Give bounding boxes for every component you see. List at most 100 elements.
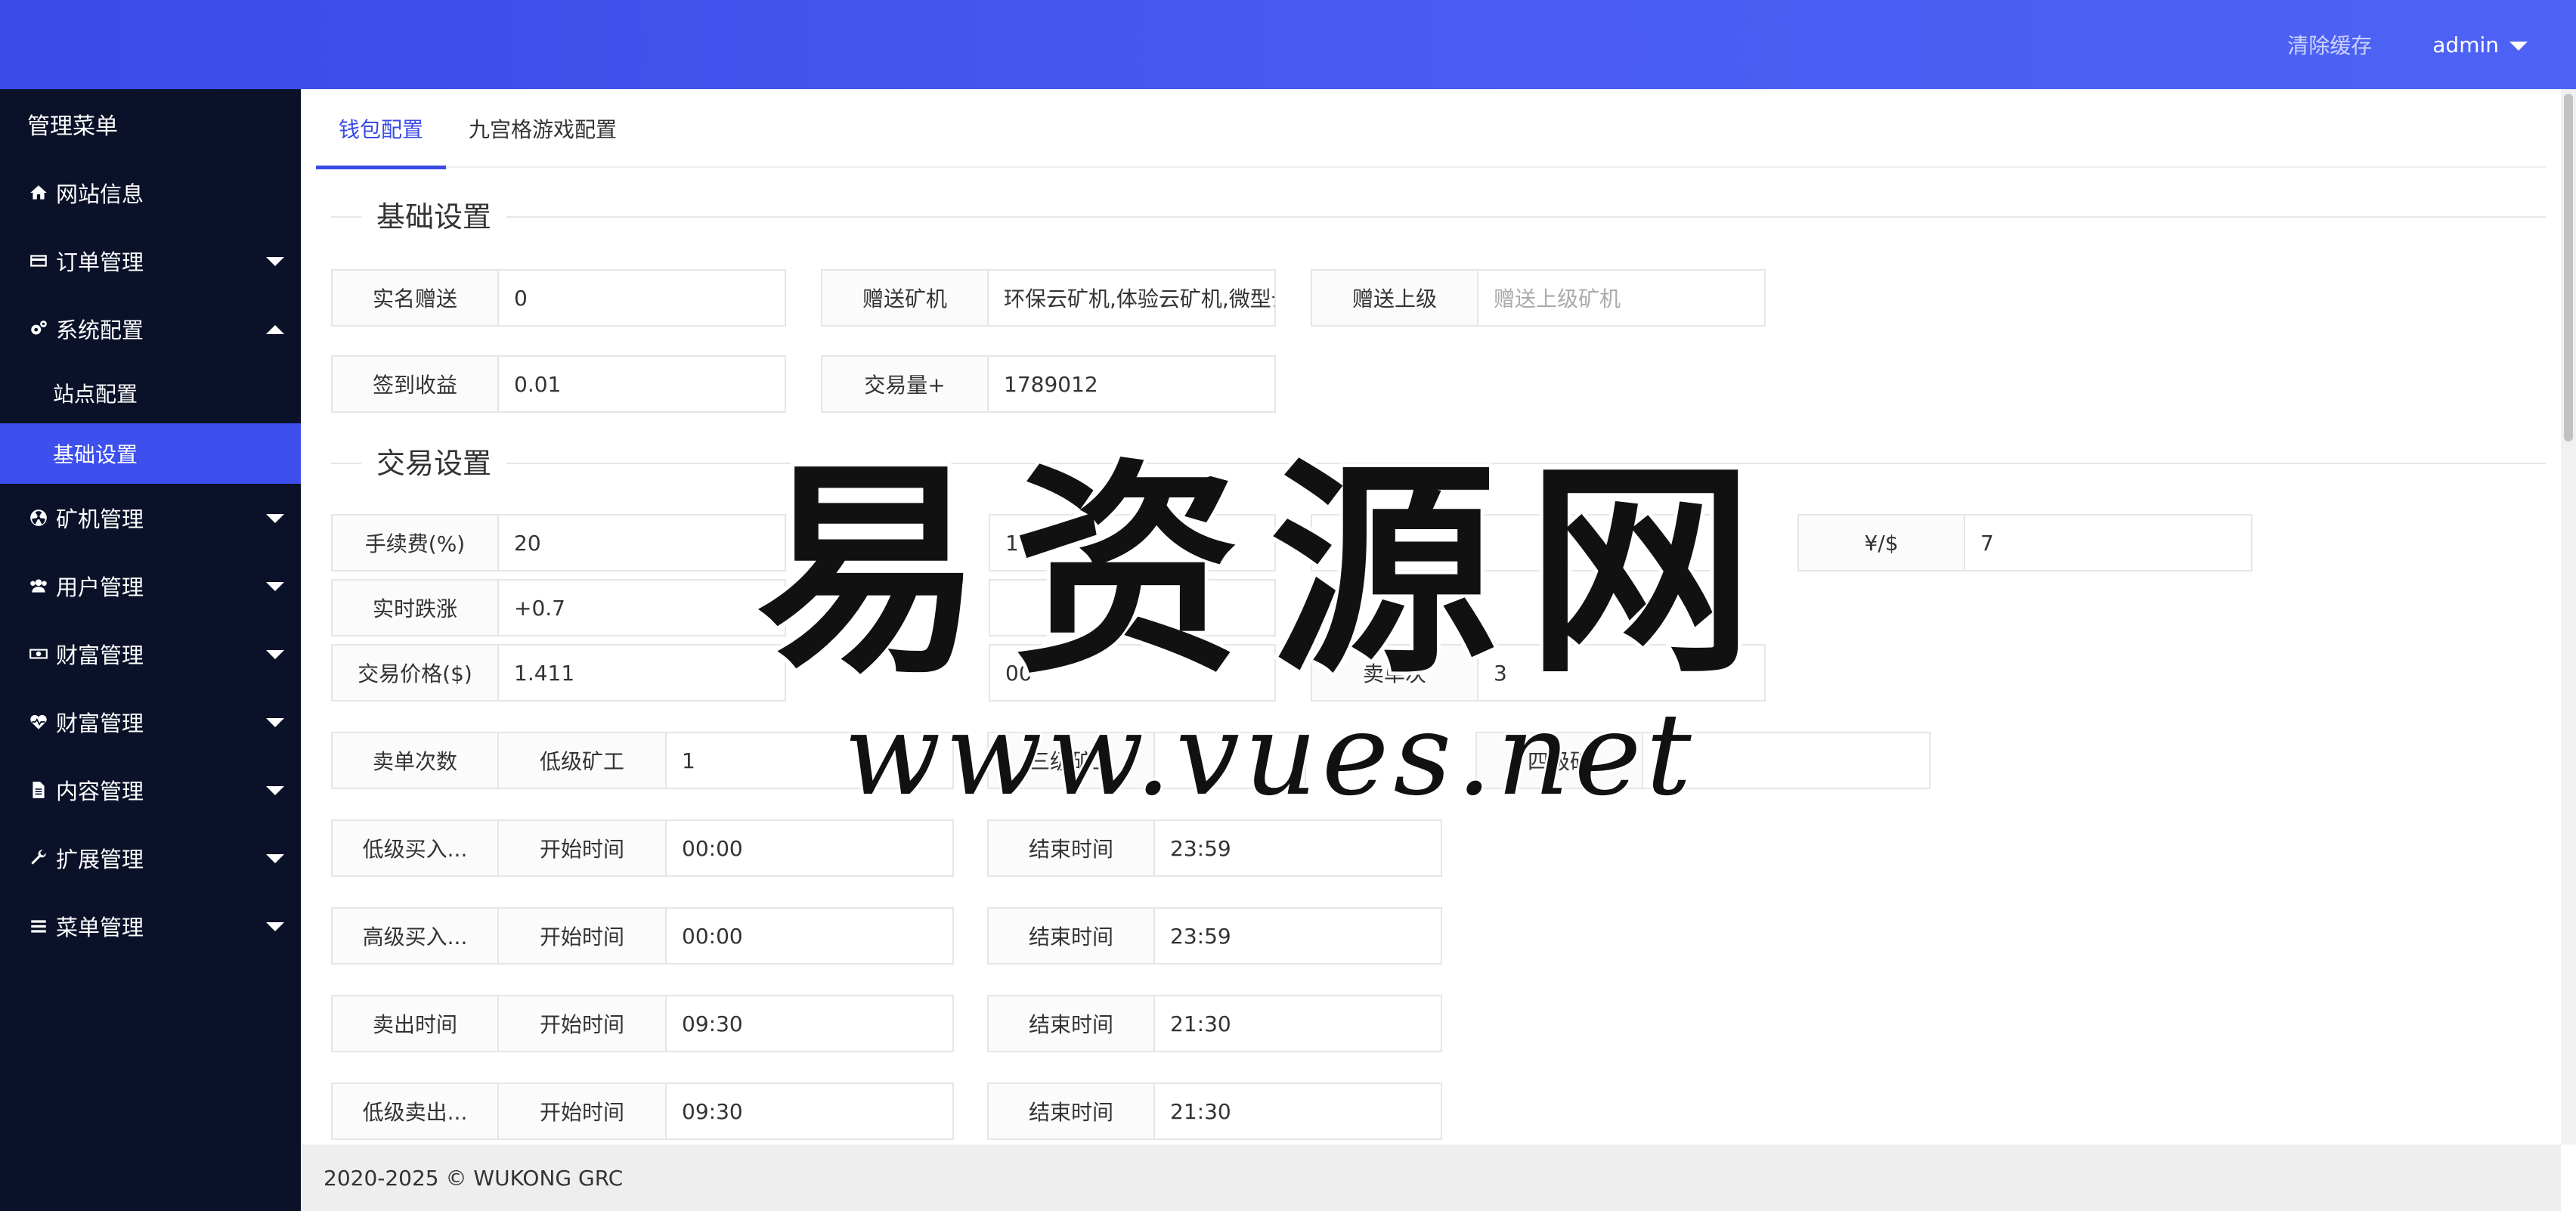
section-basic-settings: 基础设置: [331, 198, 2546, 236]
low-sell-end-input[interactable]: 21:30: [1155, 1082, 1442, 1140]
user-name: admin: [2432, 32, 2499, 57]
sidebar-item-wealth-1[interactable]: 财富管理: [0, 620, 301, 688]
heartbeat-icon: [27, 711, 50, 733]
sidebar-item-label: 矿机管理: [56, 506, 144, 532]
realname-gift-input[interactable]: 0: [499, 269, 786, 327]
field-sublabel: 结束时间: [987, 1082, 1155, 1140]
home-icon: [27, 181, 50, 204]
chevron-down-icon: [266, 650, 284, 659]
field-third-miner: 三级矿工: [987, 732, 1306, 789]
third-miner-input[interactable]: [1155, 732, 1306, 789]
sell-times-partial-input[interactable]: 3: [1478, 644, 1766, 702]
main-content: 钱包配置 九宫格游戏配置 基础设置 实名赠送 0 赠送矿机 环保云矿机,体验云矿…: [301, 89, 2561, 1144]
fourth-miner-input[interactable]: [1643, 732, 1930, 789]
field-label: 实名赠送: [331, 269, 499, 327]
sidebar-title: 管理菜单: [27, 113, 118, 140]
chevron-down-icon: [266, 514, 284, 523]
low-miner-input[interactable]: 1: [667, 732, 954, 789]
row1-c-input[interactable]: [1311, 514, 1734, 571]
field-label: 交易价格($): [331, 644, 499, 702]
field-label: 赠送矿机: [821, 269, 989, 327]
field-label: 卖单次: [1311, 644, 1478, 702]
signin-income-input[interactable]: 0.01: [499, 355, 786, 413]
field-label: 高级买入...: [331, 907, 499, 965]
sidebar-item-label: 内容管理: [56, 779, 144, 804]
chevron-down-icon: [266, 582, 284, 591]
main-scrollbar[interactable]: [2561, 89, 2576, 1144]
row3-b-input[interactable]: 00: [989, 644, 1276, 702]
footer: 2020-2025 © WUKONG GRC: [301, 1144, 2561, 1211]
sidebar-subitem-basic-settings[interactable]: 基础设置: [0, 423, 301, 484]
users-icon: [27, 575, 50, 597]
user-menu[interactable]: admin: [2432, 33, 2528, 57]
sidebar-subitem-site-config[interactable]: 站点配置: [0, 363, 301, 423]
field-realtime-change: 实时跌涨 +0.7: [331, 579, 786, 636]
sell-end-input[interactable]: 21:30: [1155, 995, 1442, 1052]
field-label: 手续费(%): [331, 514, 499, 571]
trade-volume-input[interactable]: 1789012: [989, 355, 1276, 413]
row1-b-input[interactable]: 10: [989, 514, 1276, 571]
sidebar: 管理菜单 网站信息 订单管理 系统配置 站点配置 基础设置 矿机管理 用户管理 …: [0, 89, 301, 1211]
sidebar-item-site-info[interactable]: 网站信息: [0, 159, 301, 227]
low-buy-start-input[interactable]: 00:00: [667, 819, 954, 877]
high-buy-end-input[interactable]: 23:59: [1155, 907, 1442, 965]
field-label: 卖单次数: [331, 732, 499, 789]
sidebar-item-system-config[interactable]: 系统配置: [0, 295, 301, 363]
gift-miner-input[interactable]: 环保云矿机,体验云矿机,微型云矿机: [989, 269, 1276, 327]
field-sublabel: 结束时间: [987, 819, 1155, 877]
field-label: 低级卖出...: [331, 1082, 499, 1140]
chevron-up-icon: [266, 325, 284, 334]
wrench-icon: [27, 847, 50, 869]
sidebar-item-orders[interactable]: 订单管理: [0, 227, 301, 295]
field-sublabel: 四级矿: [1475, 732, 1643, 789]
scrollbar-thumb[interactable]: [2564, 94, 2573, 441]
field-low-buy-time: 低级买入... 开始时间 00:00: [331, 819, 954, 877]
money-icon: [27, 643, 50, 665]
field-high-buy-end: 结束时间 23:59: [987, 907, 1442, 965]
field-sublabel: 开始时间: [499, 819, 667, 877]
tab-grid-game-config[interactable]: 九宫格游戏配置: [446, 89, 639, 168]
chevron-down-icon: [266, 257, 284, 266]
field-sublabel: 三级矿工: [987, 732, 1155, 789]
radiation-icon: [27, 506, 50, 529]
trade-price-input[interactable]: 1.411: [499, 644, 786, 702]
field-label: 交易量+: [821, 355, 989, 413]
file-icon: [27, 779, 50, 801]
low-sell-start-input[interactable]: 09:30: [667, 1082, 954, 1140]
sell-start-input[interactable]: 09:30: [667, 995, 954, 1052]
sidebar-item-label: 菜单管理: [56, 915, 144, 940]
field-fee: 手续费(%) 20: [331, 514, 786, 571]
clear-cache-link[interactable]: 清除缓存: [2287, 29, 2372, 60]
field-sublabel: 开始时间: [499, 1082, 667, 1140]
gears-icon: [27, 317, 50, 340]
section-trade-settings: 交易设置: [331, 444, 2546, 482]
sidebar-item-label: 系统配置: [56, 317, 144, 343]
field-low-buy-end: 结束时间 23:59: [987, 819, 1442, 877]
field-row2-b: [989, 579, 1276, 636]
exchange-rate-input[interactable]: 7: [1965, 514, 2252, 571]
sidebar-item-extensions[interactable]: 扩展管理: [0, 824, 301, 892]
row2-b-input[interactable]: [989, 579, 1276, 636]
sidebar-item-label: 网站信息: [56, 181, 144, 207]
sidebar-item-miners[interactable]: 矿机管理: [0, 484, 301, 552]
sidebar-item-label: 财富管理: [56, 643, 144, 668]
high-buy-start-input[interactable]: 00:00: [667, 907, 954, 965]
field-low-sell-end: 结束时间 21:30: [987, 1082, 1442, 1140]
field-label: 卖出时间: [331, 995, 499, 1052]
low-buy-end-input[interactable]: 23:59: [1155, 819, 1442, 877]
field-sublabel: 开始时间: [499, 907, 667, 965]
field-gift-parent: 赠送上级 赠送上级矿机: [1311, 269, 1766, 327]
fee-input[interactable]: 20: [499, 514, 786, 571]
gift-parent-input[interactable]: 赠送上级矿机: [1478, 269, 1766, 327]
sidebar-item-label: 财富管理: [56, 711, 144, 736]
field-sell-count: 卖单次数 低级矿工 1: [331, 732, 954, 789]
sidebar-item-wealth-2[interactable]: 财富管理: [0, 688, 301, 756]
sidebar-item-users[interactable]: 用户管理: [0, 552, 301, 620]
realtime-change-input[interactable]: +0.7: [499, 579, 786, 636]
sidebar-item-menus[interactable]: 菜单管理: [0, 892, 301, 960]
credit-card-icon: [27, 249, 50, 272]
tab-wallet-config[interactable]: 钱包配置: [316, 89, 447, 169]
sidebar-item-label: 用户管理: [56, 575, 144, 600]
sidebar-item-content[interactable]: 内容管理: [0, 756, 301, 824]
footer-copyright: 2020-2025 © WUKONG GRC: [324, 1165, 624, 1191]
